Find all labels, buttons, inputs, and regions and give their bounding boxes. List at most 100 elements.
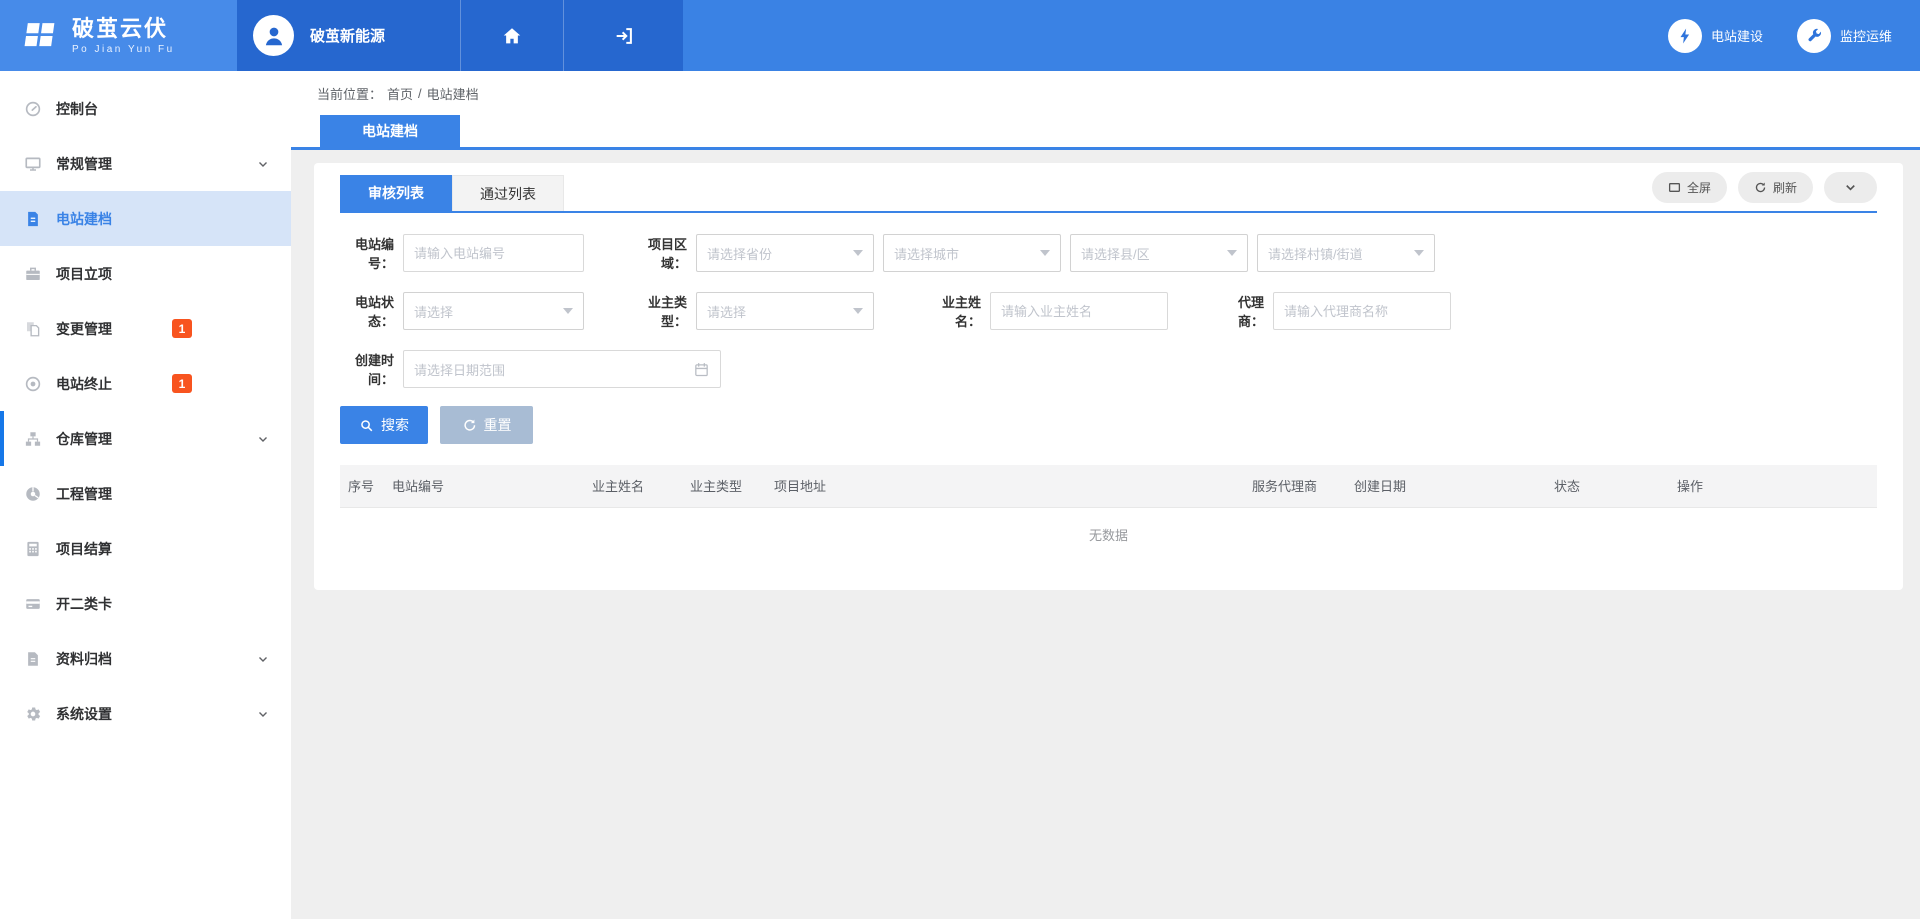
sidebar-item-engineering-management[interactable]: 工程管理 [0, 466, 291, 521]
logout-button[interactable] [563, 0, 683, 71]
user-avatar-icon [253, 15, 294, 56]
page-tab-station-filing[interactable]: 电站建档 [320, 115, 460, 147]
collapse-button[interactable] [1824, 172, 1877, 203]
sitemap-icon [24, 430, 42, 448]
table-header-row: 序号 电站编号 业主姓名 业主类型 项目地址 服务代理商 创建日期 状态 操作 [340, 465, 1877, 507]
logout-icon [613, 25, 635, 47]
app-header: 破茧云伏 Po Jian Yun Fu 破茧新能源 [0, 0, 1920, 71]
col-owner-type: 业主类型 [682, 465, 766, 507]
caret-down-icon [1414, 250, 1424, 256]
panel-tab-row: 审核列表 通过列表 全屏 刷新 [340, 163, 1877, 213]
col-created-date: 创建日期 [1346, 465, 1546, 507]
archive-icon [24, 650, 42, 668]
status-badge: 1 [172, 374, 192, 393]
reset-icon [462, 418, 477, 433]
sidebar-item-station-filing[interactable]: 电站建档 [0, 191, 291, 246]
col-owner-name: 业主姓名 [584, 465, 682, 507]
tab-approved-list[interactable]: 通过列表 [452, 175, 564, 211]
chevron-down-icon [256, 157, 270, 171]
monitor-icon [24, 155, 42, 173]
page-tab-strip: 电站建档 [291, 115, 1920, 150]
col-seq: 序号 [340, 465, 384, 507]
col-project-address: 项目地址 [766, 465, 1244, 507]
col-actions: 操作 [1669, 465, 1877, 507]
active-indicator [0, 411, 4, 466]
caret-down-icon [563, 308, 573, 314]
town-select[interactable]: 请选择村镇/街道 [1257, 234, 1435, 272]
content-panel: 审核列表 通过列表 全屏 刷新 [314, 163, 1903, 590]
created-time-label: 创建时间： [340, 350, 403, 388]
results-table: 序号 电站编号 业主姓名 业主类型 项目地址 服务代理商 创建日期 状态 操作 [340, 465, 1877, 508]
header-user-section: 破茧新能源 [237, 0, 683, 71]
app-root: 破茧云伏 Po Jian Yun Fu 破茧新能源 [0, 0, 1920, 919]
nav-station-construction[interactable]: 电站建设 [1668, 19, 1763, 53]
station-no-label: 电站编号： [340, 234, 403, 272]
caret-down-icon [1040, 250, 1050, 256]
sidebar-item-general-management[interactable]: 常规管理 [0, 136, 291, 191]
sidebar-item-console[interactable]: 控制台 [0, 81, 291, 136]
county-select[interactable]: 请选择县/区 [1070, 234, 1248, 272]
company-name: 破茧新能源 [310, 25, 385, 46]
breadcrumb-prefix: 当前位置： [317, 84, 382, 103]
agent-label: 代理商： [1216, 292, 1273, 330]
caret-down-icon [853, 308, 863, 314]
breadcrumb-current: 电站建档 [427, 84, 479, 103]
sidebar-item-system-settings[interactable]: 系统设置 [0, 686, 291, 741]
breadcrumb: 当前位置： 首页 / 电站建档 [291, 71, 1920, 115]
sidebar-item-change-management[interactable]: 变更管理 1 [0, 301, 291, 356]
gauge-icon [24, 485, 42, 503]
chevron-down-icon [256, 707, 270, 721]
agent-input[interactable] [1273, 292, 1451, 330]
fullscreen-button[interactable]: 全屏 [1652, 172, 1727, 203]
col-status: 状态 [1546, 465, 1669, 507]
lightning-icon [1668, 19, 1702, 53]
calculator-icon [24, 540, 42, 558]
logo-icon [16, 14, 60, 58]
col-service-agent: 服务代理商 [1244, 465, 1346, 507]
breadcrumb-home-link[interactable]: 首页 [387, 84, 413, 103]
station-status-select[interactable]: 请选择 [403, 292, 584, 330]
city-select[interactable]: 请选择城市 [883, 234, 1061, 272]
search-button[interactable]: 搜索 [340, 406, 428, 444]
reset-button[interactable]: 重置 [440, 406, 533, 444]
station-status-label: 电站状态： [340, 292, 403, 330]
station-no-input[interactable] [403, 234, 584, 272]
sidebar: 控制台 常规管理 电站建档 [0, 71, 291, 919]
briefcase-icon [24, 265, 42, 283]
app-logo: 破茧云伏 Po Jian Yun Fu [0, 0, 237, 71]
refresh-button[interactable]: 刷新 [1738, 172, 1813, 203]
sidebar-item-station-termination[interactable]: 电站终止 1 [0, 356, 291, 411]
sidebar-item-project-initiation[interactable]: 项目立项 [0, 246, 291, 301]
home-button[interactable] [460, 0, 563, 71]
wrench-icon [1797, 19, 1831, 53]
nav-monitoring-ops[interactable]: 监控运维 [1797, 19, 1892, 53]
sidebar-item-open-class2-card[interactable]: 开二类卡 [0, 576, 291, 631]
logo-subtitle: Po Jian Yun Fu [72, 44, 175, 55]
form-actions: 搜索 重置 [340, 406, 1877, 444]
region-label: 项目区域： [630, 234, 696, 272]
dashboard-icon [24, 100, 42, 118]
document-icon [24, 210, 42, 228]
gear-icon [24, 705, 42, 723]
chevron-down-icon [256, 432, 270, 446]
owner-name-input[interactable] [990, 292, 1168, 330]
calendar-icon [693, 361, 710, 378]
caret-down-icon [1227, 250, 1237, 256]
caret-down-icon [853, 250, 863, 256]
tab-review-list[interactable]: 审核列表 [340, 175, 452, 211]
user-menu[interactable]: 破茧新能源 [237, 0, 460, 71]
date-range-picker[interactable]: 请选择日期范围 [403, 350, 721, 388]
target-icon [24, 375, 42, 393]
refresh-icon [1754, 181, 1767, 194]
sidebar-item-data-archive[interactable]: 资料归档 [0, 631, 291, 686]
col-station-no: 电站编号 [384, 465, 584, 507]
copy-icon [24, 320, 42, 338]
province-select[interactable]: 请选择省份 [696, 234, 874, 272]
home-icon [501, 25, 523, 47]
chevron-down-icon [256, 652, 270, 666]
sidebar-item-warehouse-management[interactable]: 仓库管理 [0, 411, 291, 466]
search-icon [359, 418, 374, 433]
sidebar-item-project-settlement[interactable]: 项目结算 [0, 521, 291, 576]
panel-toolbar: 全屏 刷新 [1652, 172, 1877, 203]
owner-type-select[interactable]: 请选择 [696, 292, 874, 330]
